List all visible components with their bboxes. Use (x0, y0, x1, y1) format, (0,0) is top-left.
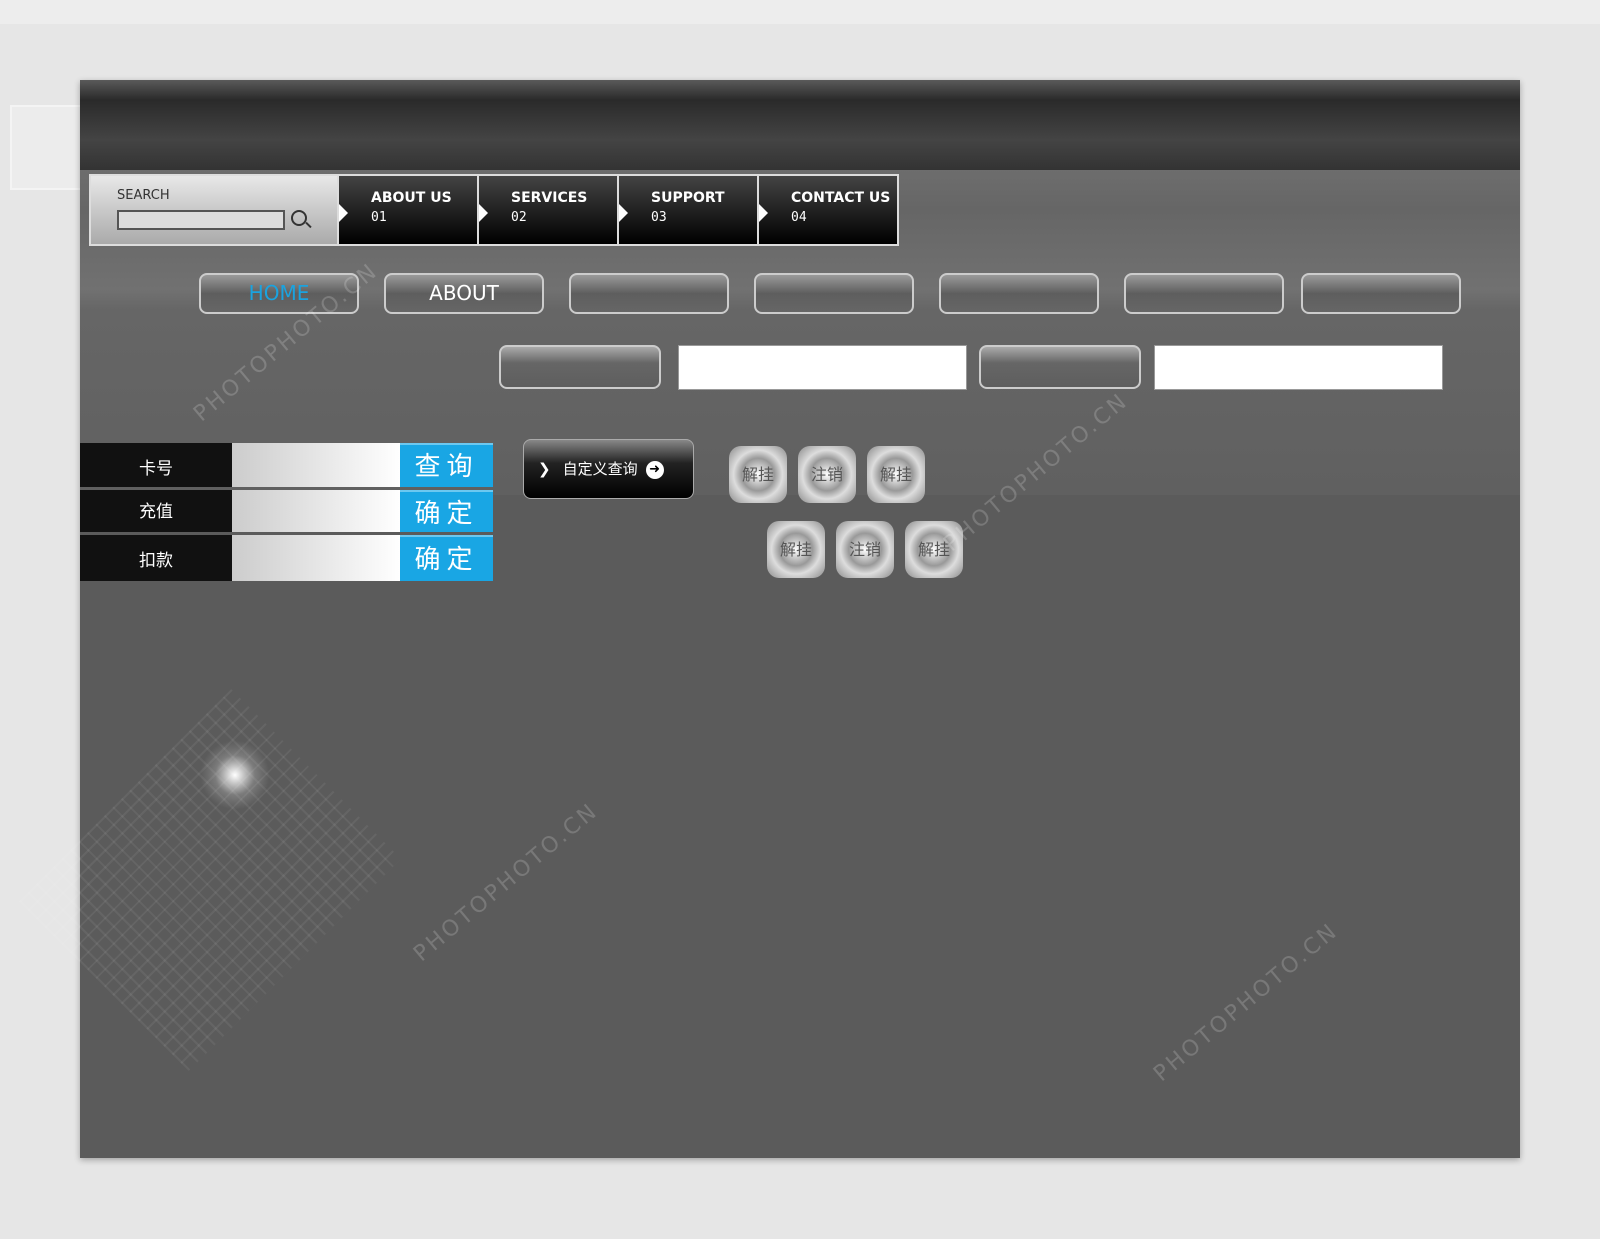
confirm-button[interactable]: 确定 (400, 535, 493, 581)
custom-query-button[interactable]: ❯ 自定义查询 ➜ (523, 439, 694, 499)
search-icon[interactable] (291, 210, 307, 226)
nav-label: SERVICES (511, 190, 588, 206)
unfreeze-button[interactable]: 解挂 (729, 446, 787, 503)
blank-button[interactable] (499, 345, 661, 389)
nav-label: CONTACT US (791, 190, 891, 206)
nav-about-us[interactable]: ABOUT US 01 (337, 176, 477, 244)
field-label: 卡号 (80, 443, 232, 487)
nav-label: SUPPORT (651, 190, 725, 206)
blank-button[interactable] (569, 273, 729, 314)
arrow-circle-icon: ➜ (645, 460, 664, 479)
nav-contact-us[interactable]: CONTACT US 04 (757, 176, 897, 244)
header-bar (80, 80, 1520, 170)
unfreeze-button[interactable]: 解挂 (867, 446, 925, 503)
main-nav: SEARCH ABOUT US 01 SERVICES 02 SUPPORT 03 C… (89, 174, 899, 246)
deduct-input[interactable] (232, 535, 400, 581)
nav-number: 03 (651, 210, 667, 225)
cancel-button[interactable]: 注销 (798, 446, 856, 503)
nav-number: 04 (791, 210, 807, 225)
nav-number: 01 (371, 210, 387, 225)
query-button[interactable]: 查询 (400, 443, 493, 487)
field-label: 充值 (80, 490, 232, 532)
blank-button[interactable] (979, 345, 1141, 389)
form-row-card: 卡号 查询 (80, 443, 493, 487)
nav-label: ABOUT US (371, 190, 452, 206)
blank-button[interactable] (939, 273, 1099, 314)
watermark: PHOTOPHOTO.CN (1149, 918, 1344, 1087)
cancel-button[interactable]: 注销 (836, 521, 894, 578)
field-label: 扣款 (80, 535, 232, 581)
nav-number: 02 (511, 210, 527, 225)
text-field[interactable] (1154, 345, 1443, 390)
search-label: SEARCH (117, 188, 170, 203)
blank-button[interactable] (1124, 273, 1284, 314)
search-box: SEARCH (91, 176, 337, 244)
decorative-sparkle (200, 740, 270, 810)
chevron-right-icon: ❯ (538, 460, 551, 478)
nav-services[interactable]: SERVICES 02 (477, 176, 617, 244)
custom-query-label: 自定义查询 (562, 460, 638, 478)
ui-frame: SEARCH ABOUT US 01 SERVICES 02 SUPPORT 03 C… (19, 80, 1520, 1158)
watermark: PHOTOPHOTO.CN (409, 798, 604, 967)
decorative-grid (19, 689, 401, 1071)
card-number-input[interactable] (232, 443, 400, 487)
recharge-input[interactable] (232, 490, 400, 532)
search-input[interactable] (117, 210, 285, 230)
nav-support[interactable]: SUPPORT 03 (617, 176, 757, 244)
unfreeze-button[interactable]: 解挂 (767, 521, 825, 578)
about-button[interactable]: ABOUT (384, 273, 544, 314)
blank-button[interactable] (1301, 273, 1461, 314)
background-bar (0, 0, 1600, 24)
confirm-button[interactable]: 确定 (400, 490, 493, 532)
form-row-recharge: 充值 确定 (80, 490, 493, 532)
blank-button[interactable] (754, 273, 914, 314)
text-field[interactable] (678, 345, 967, 390)
form-row-deduct: 扣款 确定 (80, 535, 493, 581)
